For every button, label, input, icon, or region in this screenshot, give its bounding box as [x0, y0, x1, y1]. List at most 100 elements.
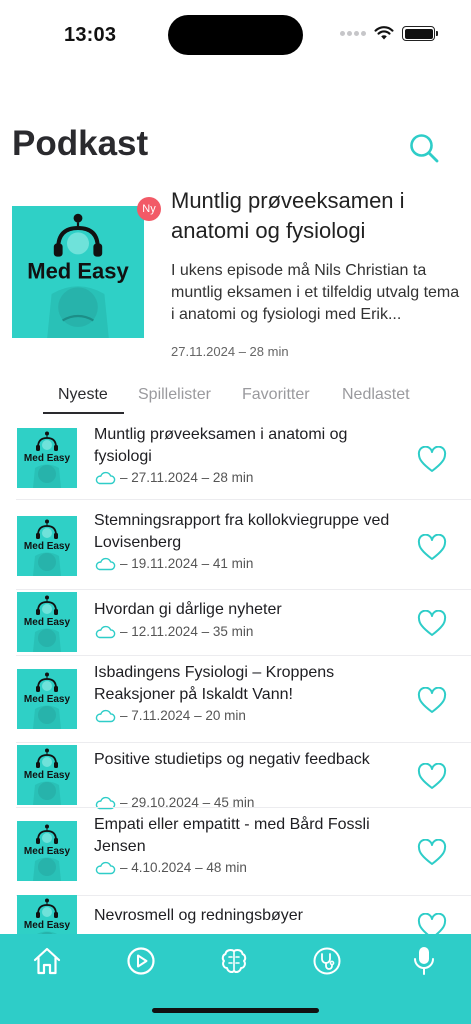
tab-playlists[interactable]: Spillelister — [138, 386, 211, 404]
microphone-icon — [414, 947, 434, 975]
play-icon — [127, 947, 155, 975]
episode-cover-art: Med Easy — [17, 428, 77, 488]
cover-logo-text: Med Easy — [27, 259, 129, 284]
episode-title: Isbadingens Fysiologi – Kroppens Reaksjo… — [94, 664, 335, 703]
heart-icon — [417, 609, 447, 636]
episode-row[interactable]: Med Easy Muntlig prøveeksamen i anatomi … — [0, 418, 471, 500]
episode-cover-art: Med Easy — [17, 516, 77, 576]
episode-row[interactable]: Med Easy Empati eller empatitt - med Bår… — [0, 808, 471, 896]
episode-list[interactable]: Med Easy Muntlig prøveeksamen i anatomi … — [0, 418, 471, 934]
med-easy-cover-image: Med Easy — [17, 592, 77, 652]
episode-meta: – 19.11.2024 – 41 min — [94, 556, 253, 571]
tab-bar-segments: Nyeste Spillelister Favoritter Nedlastet — [0, 386, 471, 416]
status-time: 13:03 — [64, 24, 117, 46]
status-bar: 13:03 — [0, 0, 471, 70]
page-title: Podkast — [12, 124, 149, 163]
cover-logo-text: Med Easy — [24, 453, 71, 464]
tab-downloaded[interactable]: Nedlastet — [342, 386, 410, 404]
heart-icon — [417, 762, 447, 789]
episode-cover-art: Med Easy — [17, 744, 77, 805]
episode-title: Positive studietips og negativ feedback — [94, 751, 370, 768]
cover-logo-text: Med Easy — [24, 920, 71, 931]
cover-logo-text: Med Easy — [24, 694, 71, 705]
cover-logo-text: Med Easy — [24, 617, 71, 628]
featured-cover-art[interactable]: Med Easy — [12, 206, 144, 338]
wifi-icon — [374, 26, 394, 40]
featured-title[interactable]: Muntlig prøveeksamen i anatomi og fysiol… — [171, 186, 461, 246]
med-easy-cover-image: Med Easy — [17, 744, 77, 805]
episode-row[interactable]: Med Easy Positive studietips og negativ … — [0, 743, 471, 810]
cloud-icon — [95, 625, 116, 638]
favorite-button[interactable] — [417, 762, 447, 791]
episode-meta: – 12.11.2024 – 35 min — [94, 624, 253, 639]
heart-icon — [417, 686, 447, 713]
episode-date-duration: – 27.11.2024 – 28 min — [120, 470, 254, 485]
favorite-button[interactable] — [417, 445, 447, 474]
episode-date-duration: – 7.11.2024 – 20 min — [120, 708, 246, 723]
episode-title: Empati eller empatitt - med Bård Fossli … — [94, 816, 370, 855]
episode-cover-art: Med Easy — [17, 668, 77, 729]
status-indicators — [340, 26, 438, 41]
episode-title: Hvordan gi dårlige nyheter — [94, 601, 282, 618]
nav-podcast-button[interactable] — [407, 944, 441, 978]
featured-meta: 27.11.2024 – 28 min — [171, 344, 289, 359]
cover-logo-text: Med Easy — [24, 770, 71, 781]
med-easy-cover-image: Med Easy — [17, 516, 77, 576]
nav-play-button[interactable] — [124, 944, 158, 978]
dynamic-island — [168, 15, 303, 55]
active-tab-indicator — [43, 412, 124, 414]
cover-logo-text: Med Easy — [24, 846, 71, 857]
search-icon — [410, 134, 439, 163]
heart-icon — [417, 533, 447, 560]
episode-title: Muntlig prøveeksamen i anatomi og fysiol… — [94, 426, 348, 465]
favorite-button[interactable] — [417, 912, 447, 934]
med-easy-cover-image: Med Easy — [17, 821, 77, 881]
heart-icon — [417, 912, 447, 934]
episode-row[interactable]: Med Easy Stemningsrapport fra kollokvieg… — [0, 504, 471, 590]
episode-meta: – 7.11.2024 – 20 min — [94, 708, 246, 723]
med-easy-cover-image: Med Easy — [12, 206, 144, 338]
search-button[interactable] — [407, 131, 441, 165]
episode-cover-art: Med Easy — [17, 895, 77, 934]
home-indicator — [152, 1008, 319, 1013]
episode-meta: – 4.10.2024 – 48 min — [94, 860, 247, 875]
stethoscope-icon — [313, 947, 341, 975]
nav-brain-button[interactable] — [217, 944, 251, 978]
episode-cover-art: Med Easy — [17, 821, 77, 881]
cover-logo-text: Med Easy — [24, 541, 71, 552]
row-divider — [16, 499, 471, 500]
favorite-button[interactable] — [417, 686, 447, 715]
episode-title: Stemningsrapport fra kollokviegruppe ved… — [94, 512, 390, 551]
med-easy-cover-image: Med Easy — [17, 428, 77, 488]
brain-icon — [221, 949, 247, 973]
episode-row[interactable]: Med Easy Hvordan gi dårlige nyheter – 12… — [0, 590, 471, 656]
tab-favorites[interactable]: Favoritter — [242, 386, 310, 404]
cellular-signal-icon — [340, 31, 366, 36]
episode-row[interactable]: Med Easy Nevrosmell og redningsbøyer — [0, 895, 471, 934]
heart-icon — [417, 838, 447, 865]
cloud-icon — [95, 709, 116, 722]
home-icon — [33, 947, 61, 975]
favorite-button[interactable] — [417, 609, 447, 638]
heart-icon — [417, 445, 447, 472]
favorite-button[interactable] — [417, 838, 447, 867]
nav-stethoscope-button[interactable] — [310, 944, 344, 978]
cloud-icon — [95, 557, 116, 570]
med-easy-cover-image: Med Easy — [17, 895, 77, 934]
episode-cover-art: Med Easy — [17, 592, 77, 652]
new-badge: Ny — [137, 197, 161, 221]
featured-description[interactable]: I ukens episode må Nils Christian ta mun… — [171, 260, 461, 326]
episode-date-duration: – 4.10.2024 – 48 min — [120, 860, 247, 875]
cloud-icon — [95, 471, 116, 484]
episode-meta: – 27.11.2024 – 28 min — [94, 470, 253, 485]
nav-home-button[interactable] — [30, 944, 64, 978]
episode-row[interactable]: Med Easy Isbadingens Fysiologi – Kroppen… — [0, 656, 471, 743]
episode-date-duration: – 19.11.2024 – 41 min — [120, 556, 254, 571]
tab-newest[interactable]: Nyeste — [58, 386, 108, 404]
favorite-button[interactable] — [417, 533, 447, 562]
med-easy-cover-image: Med Easy — [17, 668, 77, 729]
cloud-icon — [95, 861, 116, 874]
episode-title: Nevrosmell og redningsbøyer — [94, 907, 303, 924]
episode-date-duration: – 12.11.2024 – 35 min — [120, 624, 254, 639]
battery-icon — [402, 26, 438, 41]
